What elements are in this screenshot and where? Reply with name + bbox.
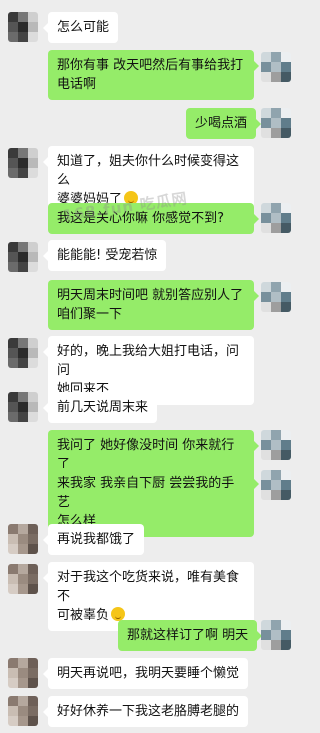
contact-avatar[interactable] (8, 392, 38, 422)
message-bubble[interactable]: 能能能! 受宠若惊 (42, 240, 167, 271)
chat-window: 怎么可能 那你有事 改天吧然后有事给我打 电话啊 少喝点酒 知道了，姐夫你什么时… (0, 0, 299, 733)
message-text: 知道了，姐夫你什么时候变得这么 婆婆妈妈了 (57, 154, 240, 207)
message-bubble[interactable]: 少喝点酒 (186, 108, 262, 139)
contact-avatar[interactable] (8, 696, 38, 726)
message-bubble[interactable]: 明天周末时间吧 就别答应别人了 咱们聚一下 (48, 280, 259, 330)
message-bubble[interactable]: 那你有事 改天吧然后有事给我打 电话啊 (48, 50, 259, 100)
contact-avatar[interactable] (8, 338, 38, 368)
message-bubble[interactable]: 怎么可能 (42, 12, 119, 43)
my-avatar[interactable] (261, 108, 291, 138)
my-avatar[interactable] (261, 620, 291, 650)
contact-avatar[interactable] (8, 658, 38, 688)
message-bubble[interactable]: 前几天说周末来 (42, 392, 158, 423)
contact-avatar[interactable] (8, 564, 38, 594)
contact-avatar[interactable] (8, 524, 38, 554)
message-bubble[interactable]: 我这是关心你嘛 你感觉不到? (48, 203, 259, 234)
message-bubble[interactable]: 好好休养一下我这老胳膊老腿的 (42, 696, 249, 727)
my-avatar[interactable] (261, 470, 291, 500)
message-text: 对于我这个吃货来说，唯有美食不 可被辜负 (57, 570, 240, 623)
contact-avatar[interactable] (8, 242, 38, 272)
tongue-emoji-icon (111, 607, 126, 621)
my-avatar[interactable] (261, 52, 291, 82)
message-bubble[interactable]: 那就这样订了啊 明天 (118, 620, 263, 651)
message-bubble[interactable]: 明天再说吧，我明天要睡个懒觉 (42, 658, 249, 689)
my-avatar[interactable] (261, 430, 291, 460)
my-avatar[interactable] (261, 282, 291, 312)
contact-avatar[interactable] (8, 12, 38, 42)
message-bubble[interactable]: 再说我都饿了 (42, 524, 145, 555)
contact-avatar[interactable] (8, 148, 38, 178)
my-avatar[interactable] (261, 203, 291, 233)
